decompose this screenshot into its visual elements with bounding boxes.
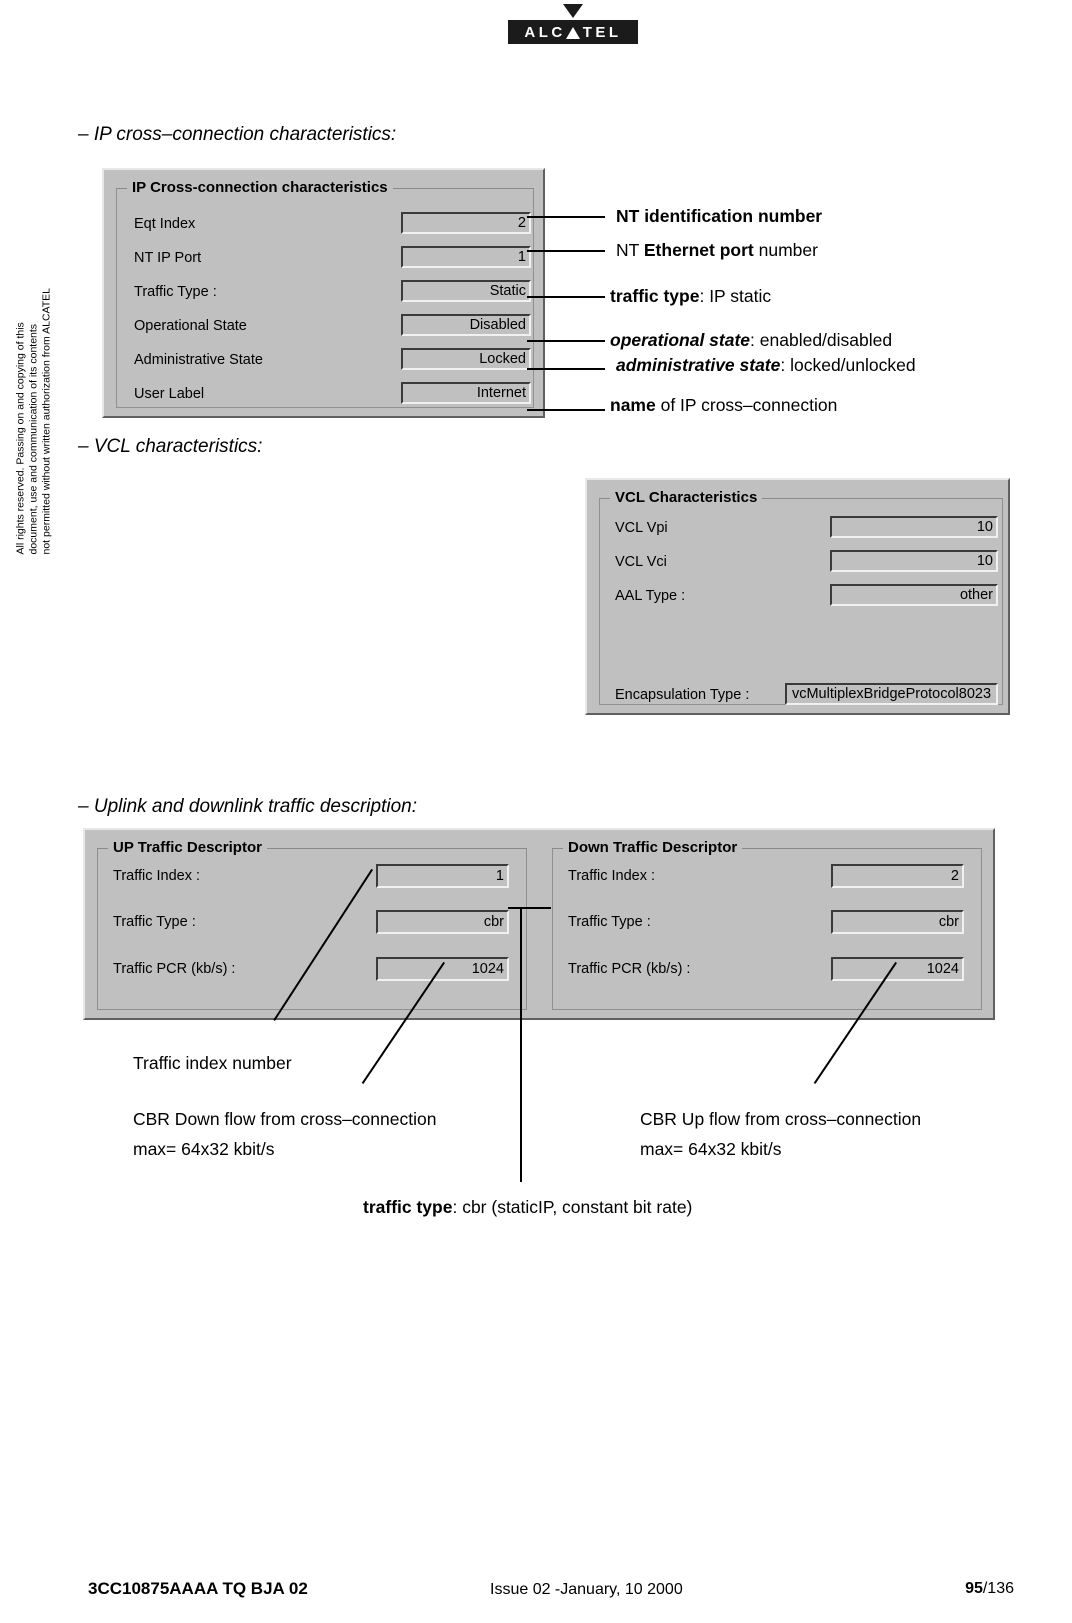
vcl-group-title: VCL Characteristics (610, 489, 763, 506)
traffic-descriptor-dialog: UP Traffic Descriptor Traffic Index : 1 … (83, 828, 995, 1020)
caption-vcl-characteristics: – VCL characteristics: (78, 436, 263, 457)
field-label-operational-state: Operational State (134, 318, 247, 334)
field-label-up-traffic-type: Traffic Type : (113, 914, 196, 930)
footer-page-number: 95/136 (965, 1580, 1014, 1598)
logo-letters-after: TEL (582, 23, 622, 41)
field-value-vcl-vpi[interactable]: 10 (830, 516, 998, 538)
sidenote-line-2: document, use and communication of its c… (27, 323, 40, 555)
field-value-user-label[interactable]: Internet (401, 382, 531, 404)
field-value-aal-type[interactable]: other (830, 584, 998, 606)
leader-line-traffic-type (527, 296, 605, 298)
field-value-encapsulation-type[interactable]: vcMultiplexBridgeProtocol8023 (785, 683, 998, 705)
alcatel-logo-text: ALC TEL (524, 25, 621, 40)
annotation-nt-identification-number: NT identification number (616, 206, 823, 226)
down-traffic-group-title: Down Traffic Descriptor (563, 839, 743, 856)
alcatel-logo-bar: ALC TEL (508, 20, 638, 44)
footer-page-total: /136 (982, 1580, 1014, 1597)
field-label-up-traffic-pcr: Traffic PCR (kb/s) : (113, 961, 236, 977)
field-value-up-traffic-type[interactable]: cbr (376, 910, 509, 934)
annotation-cbr-up-line1: CBR Up flow from cross–connection (640, 1109, 922, 1129)
vcl-characteristics-dialog: VCL Characteristics VCL Vpi 10 VCL Vci 1… (585, 478, 1010, 715)
document-page: ALC TEL All rights reserved. Passing on … (0, 0, 1072, 1623)
field-label-traffic-type: Traffic Type : (134, 284, 217, 300)
annotation-traffic-type-rest: : IP static (699, 286, 772, 306)
footer-page-current: 95 (965, 1580, 983, 1597)
field-value-down-traffic-index[interactable]: 2 (831, 864, 964, 888)
field-value-vcl-vci[interactable]: 10 (830, 550, 998, 572)
field-value-traffic-type[interactable]: Static (401, 280, 531, 302)
field-value-administrative-state[interactable]: Locked (401, 348, 531, 370)
annotation-traffic-type-bold: traffic type (610, 286, 700, 306)
annotation-eth-prefix: NT (616, 240, 644, 260)
field-label-aal-type: AAL Type : (615, 588, 686, 604)
field-label-vcl-vpi: VCL Vpi (615, 520, 668, 536)
sidenote-line-3: not permitted without written authorizat… (40, 287, 53, 555)
annotation-cbr-down-line1: CBR Down flow from cross–connection (133, 1109, 437, 1129)
footer-issue-date: Issue 02 -January, 10 2000 (490, 1581, 683, 1598)
annotation-cbr-down-flow: CBR Down flow from cross–connection max=… (133, 1108, 436, 1160)
annotation-traffic-type: traffic type: IP static (610, 285, 771, 307)
annotation-nt-ethernet-port: NT Ethernet port number (616, 239, 818, 261)
annotation-administrative-state-bold: administrative state (616, 355, 781, 375)
annotation-traffic-type-cbr-bold: traffic type (363, 1197, 453, 1217)
annotation-traffic-type-cbr-rest: : cbr (staticIP, constant bit rate) (452, 1197, 693, 1217)
page-footer: 3CC10875AAAA TQ BJA 02 Issue 02 -January… (0, 1563, 1072, 1623)
ip-group-title: IP Cross-connection characteristics (127, 179, 393, 196)
annotation-administrative-state: administrative state: locked/unlocked (616, 354, 916, 376)
alcatel-logo: ALC TEL (508, 4, 638, 44)
leader-line-administrative-state (527, 368, 605, 370)
annotation-operational-state: operational state: enabled/disabled (610, 329, 892, 351)
copyright-sidenote: All rights reserved. Passing on and copy… (15, 135, 54, 555)
caption-traffic-description: – Uplink and downlink traffic descriptio… (78, 796, 418, 817)
field-label-user-label: User Label (134, 386, 205, 402)
annotation-name-rest: of IP cross–connection (655, 395, 838, 415)
up-traffic-group-title: UP Traffic Descriptor (108, 839, 267, 856)
leader-line-traffic-type-cbr-v (520, 907, 522, 1182)
field-label-administrative-state: Administrative State (134, 352, 263, 368)
field-label-vcl-vci: VCL Vci (615, 554, 667, 570)
annotation-administrative-state-rest: : locked/unlocked (780, 355, 916, 375)
logo-triangle-a-icon (565, 27, 580, 39)
field-value-eqt-index[interactable]: 2 (401, 212, 531, 234)
field-label-eqt-index: Eqt Index (134, 216, 196, 232)
annotation-eth-suffix: number (753, 240, 818, 260)
field-value-up-traffic-index[interactable]: 1 (376, 864, 509, 888)
leader-line-operational-state (527, 340, 605, 342)
annotation-cbr-up-line2: max= 64x32 kbit/s (640, 1139, 782, 1159)
annotation-name-of-ip-cross-connection: name of IP cross–connection (610, 394, 837, 416)
caption-ip-cross-connection: – IP cross–connection characteristics: (78, 124, 397, 145)
leader-line-traffic-type-cbr-h (508, 907, 551, 909)
annotation-eth-bold: Ethernet port (643, 240, 754, 260)
annotation-traffic-type-cbr: traffic type: cbr (staticIP, constant bi… (363, 1196, 692, 1218)
leader-line-eth-port (527, 250, 605, 252)
leader-line-name (527, 409, 605, 411)
field-label-down-traffic-pcr: Traffic PCR (kb/s) : (568, 961, 691, 977)
field-label-nt-ip-port: NT IP Port (134, 250, 202, 266)
field-value-up-traffic-pcr[interactable]: 1024 (376, 957, 509, 981)
field-value-down-traffic-type[interactable]: cbr (831, 910, 964, 934)
annotation-operational-state-bold: operational state (610, 330, 751, 350)
field-label-down-traffic-index: Traffic Index : (568, 868, 656, 884)
leader-line-nt-id (527, 216, 605, 218)
annotation-operational-state-rest: : enabled/disabled (750, 330, 893, 350)
footer-document-code: 3CC10875AAAA TQ BJA 02 (88, 1579, 308, 1598)
annotation-cbr-up-flow: CBR Up flow from cross–connection max= 6… (640, 1108, 921, 1160)
annotation-traffic-index-number: Traffic index number (133, 1053, 292, 1073)
field-value-operational-state[interactable]: Disabled (401, 314, 531, 336)
field-value-nt-ip-port[interactable]: 1 (401, 246, 531, 268)
field-label-down-traffic-type: Traffic Type : (568, 914, 651, 930)
field-label-encapsulation-type: Encapsulation Type : (615, 687, 750, 703)
annotation-cbr-down-line2: max= 64x32 kbit/s (133, 1139, 275, 1159)
field-label-up-traffic-index: Traffic Index : (113, 868, 201, 884)
alcatel-arrow-icon (563, 4, 583, 18)
sidenote-line-1: All rights reserved. Passing on and copy… (14, 322, 27, 555)
annotation-name-bold: name (610, 395, 656, 415)
field-value-down-traffic-pcr[interactable]: 1024 (831, 957, 964, 981)
ip-cross-connection-dialog: IP Cross-connection characteristics Eqt … (102, 168, 545, 418)
logo-letters-before: ALC (524, 23, 566, 41)
